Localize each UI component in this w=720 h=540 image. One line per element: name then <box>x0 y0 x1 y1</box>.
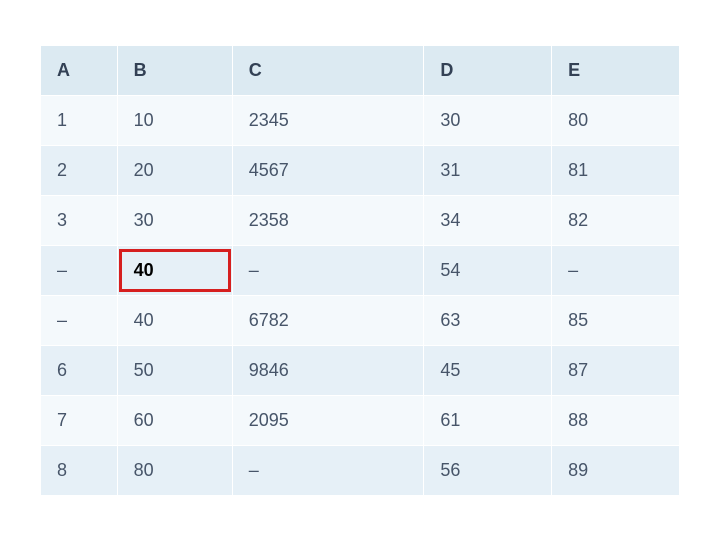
cell: 1 <box>41 95 118 145</box>
cell: 3 <box>41 195 118 245</box>
cell: 56 <box>424 445 552 495</box>
table-row: 1 10 2345 30 80 <box>41 95 680 145</box>
table-header-row: A B C D E <box>41 45 680 95</box>
col-header-E: E <box>552 45 680 95</box>
cell: 2 <box>41 145 118 195</box>
cell: 82 <box>552 195 680 245</box>
cell: 2095 <box>232 395 424 445</box>
cell: 6 <box>41 345 118 395</box>
cell: 54 <box>424 245 552 295</box>
table-row: – 40 – 54 – <box>41 245 680 295</box>
cell: 30 <box>424 95 552 145</box>
cell: 85 <box>552 295 680 345</box>
cell: – <box>41 245 118 295</box>
cell: 80 <box>552 95 680 145</box>
table-row: 3 30 2358 34 82 <box>41 195 680 245</box>
cell: 88 <box>552 395 680 445</box>
data-table: A B C D E 1 10 2345 30 80 2 20 4567 31 8… <box>40 45 680 496</box>
cell: 45 <box>424 345 552 395</box>
col-header-B: B <box>117 45 232 95</box>
table-row: 8 80 – 56 89 <box>41 445 680 495</box>
table-row: 7 60 2095 61 88 <box>41 395 680 445</box>
cell: 34 <box>424 195 552 245</box>
cell: – <box>41 295 118 345</box>
cell: – <box>232 445 424 495</box>
table-row: 6 50 9846 45 87 <box>41 345 680 395</box>
col-header-A: A <box>41 45 118 95</box>
cell: 87 <box>552 345 680 395</box>
cell: 2358 <box>232 195 424 245</box>
table-row: 2 20 4567 31 81 <box>41 145 680 195</box>
cell: 9846 <box>232 345 424 395</box>
cell: 40 <box>117 295 232 345</box>
cell: 63 <box>424 295 552 345</box>
cell: 80 <box>117 445 232 495</box>
cell: 89 <box>552 445 680 495</box>
cell: 6782 <box>232 295 424 345</box>
cell: 2345 <box>232 95 424 145</box>
cell: – <box>232 245 424 295</box>
highlighted-cell: 40 <box>117 245 232 295</box>
cell: 7 <box>41 395 118 445</box>
cell: 30 <box>117 195 232 245</box>
col-header-D: D <box>424 45 552 95</box>
cell: 31 <box>424 145 552 195</box>
cell: 8 <box>41 445 118 495</box>
table-row: – 40 6782 63 85 <box>41 295 680 345</box>
cell: 20 <box>117 145 232 195</box>
cell: 4567 <box>232 145 424 195</box>
cell: 61 <box>424 395 552 445</box>
cell: – <box>552 245 680 295</box>
cell: 60 <box>117 395 232 445</box>
cell: 81 <box>552 145 680 195</box>
cell: 50 <box>117 345 232 395</box>
cell: 10 <box>117 95 232 145</box>
col-header-C: C <box>232 45 424 95</box>
data-table-container: A B C D E 1 10 2345 30 80 2 20 4567 31 8… <box>40 45 680 496</box>
